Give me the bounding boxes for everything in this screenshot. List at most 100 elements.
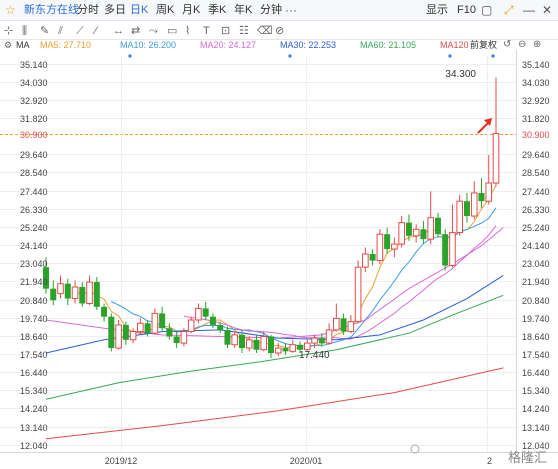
event-marker (448, 54, 452, 58)
hline-icon[interactable]: ↔ (113, 25, 124, 37)
measure-icon[interactable]: ⊡ (221, 25, 230, 37)
trend-line-icon[interactable]: ⟋ (76, 25, 84, 37)
candle-body (398, 222, 405, 245)
high-price-label: 34.300 (445, 69, 476, 80)
y-tick-label-right: 35.140 (522, 60, 550, 70)
candle (325, 323, 333, 345)
rect-icon[interactable]: ▭ (167, 25, 177, 37)
candle (492, 77, 500, 187)
zoom-in-icon[interactable]: ⊕ (533, 38, 541, 52)
candle-body (187, 319, 195, 333)
candle-body (282, 348, 289, 352)
candle-body (71, 286, 79, 300)
watermark-text: 格隆汇 (508, 450, 547, 465)
text-tool-icon[interactable]: T (203, 25, 210, 37)
candle-body (391, 243, 398, 250)
ma30-line (45, 274, 504, 354)
candle-body (115, 324, 122, 349)
candle-body (369, 254, 376, 261)
candle-body (470, 192, 478, 217)
ma20-history-line (45, 227, 504, 339)
ma120-value: MA120 (440, 40, 469, 50)
y-tick-label-left: 21.940 (20, 277, 48, 287)
candle (282, 343, 289, 355)
candle (470, 181, 478, 220)
ray-icon[interactable]: ⤳ (149, 25, 158, 37)
ma-lines (45, 185, 504, 440)
candle (434, 212, 441, 238)
candle-body (274, 347, 282, 354)
candle-body (376, 233, 384, 262)
candle-body (93, 282, 100, 307)
x-axis: 2019/12 2020/01 2 (105, 456, 492, 466)
parallel-icon[interactable]: ⫽ (57, 25, 63, 37)
y-tick-label-right: 25.240 (522, 223, 550, 233)
candle-body (384, 234, 391, 250)
adjust-dropdown[interactable]: 前复权 (470, 38, 497, 52)
y-tick-label-left: 27.440 (20, 187, 48, 197)
candle-body (333, 317, 340, 331)
candle-body (224, 329, 231, 345)
candle (151, 308, 159, 335)
y-tick-label-left: 34.030 (20, 78, 48, 88)
candle-body (195, 307, 202, 321)
y-tick-label-left: 29.640 (20, 150, 48, 160)
candle (108, 313, 115, 352)
candle-body (217, 324, 224, 330)
candle-body (303, 342, 311, 351)
y-tick-label-right: 29.640 (522, 150, 550, 160)
zoom-out-icon[interactable]: ⊖ (518, 38, 526, 52)
ma30-value: MA30: 22.253 (280, 40, 337, 50)
candle-body (318, 338, 325, 344)
vline-icon[interactable]: ⫼ (22, 25, 27, 37)
y-tick-label-right: 13.140 (522, 423, 550, 433)
candle (354, 260, 362, 324)
kline-chart[interactable]: ⊹ ⫼ ✎ ⫽ ⟋ ∕ ↔ ⇄ ⤳ ▭ ⌇ T ⊡ ☷ ⌫ ⊘ 35.140 35… (0, 0, 558, 469)
y-tick-label-left: 31.820 (20, 114, 48, 124)
candle-body (456, 200, 464, 234)
candle (449, 204, 456, 268)
segment-icon[interactable]: ∕ (92, 25, 99, 37)
y-tick-label-right: 30.900 (522, 130, 550, 140)
lock-icon[interactable]: ⊘ (275, 25, 284, 37)
candle-body (412, 228, 420, 237)
candle (64, 278, 71, 306)
refresh-icon[interactable]: ↺ (503, 38, 511, 52)
price-annotations: 34.300 17.440 (299, 69, 492, 361)
low-price-label: 17.440 (299, 350, 330, 361)
ma20-value: MA20: 24.127 (200, 40, 257, 50)
y-tick-label-right: 15.340 (522, 386, 550, 396)
brush-icon[interactable]: ⌇ (185, 25, 190, 37)
candle-body (485, 182, 493, 202)
ma60-value: MA60: 21.105 (360, 40, 417, 50)
candle-body (420, 229, 427, 240)
y-tick-label-left: 35.140 (20, 60, 48, 70)
y-tick-label-left: 28.540 (20, 168, 48, 178)
candle-body (463, 201, 470, 217)
event-marker (288, 54, 292, 58)
candle (456, 194, 464, 236)
ma120-line (45, 367, 504, 440)
candle-body (166, 328, 173, 337)
candle (463, 192, 470, 223)
y-tick-label-right: 27.440 (522, 187, 550, 197)
x-tick-label: 2019/12 (105, 456, 138, 466)
candle-body (253, 339, 260, 350)
settings-icon[interactable]: ⚙ (4, 38, 12, 52)
y-tick-label-right: 28.540 (522, 168, 550, 178)
ma-indicator-label[interactable]: MA (16, 38, 30, 52)
fib-icon[interactable]: ☷ (239, 25, 249, 37)
pencil-icon[interactable]: ✎ (40, 25, 49, 37)
x-tick-label: 2020/01 (290, 456, 323, 466)
y-tick-label-left: 12.040 (20, 441, 48, 451)
candle (231, 331, 239, 349)
candle-body (180, 331, 188, 344)
candle-body (311, 337, 318, 344)
channel-icon[interactable]: ⇄ (131, 25, 140, 37)
delete-icon[interactable]: ⌫ (257, 25, 273, 37)
cursor-icon[interactable]: ⊹ (4, 25, 13, 37)
event-marker (491, 54, 495, 58)
y-tick-label-left: 18.640 (20, 332, 48, 342)
copyright-icon (410, 444, 420, 454)
candle (187, 316, 195, 334)
